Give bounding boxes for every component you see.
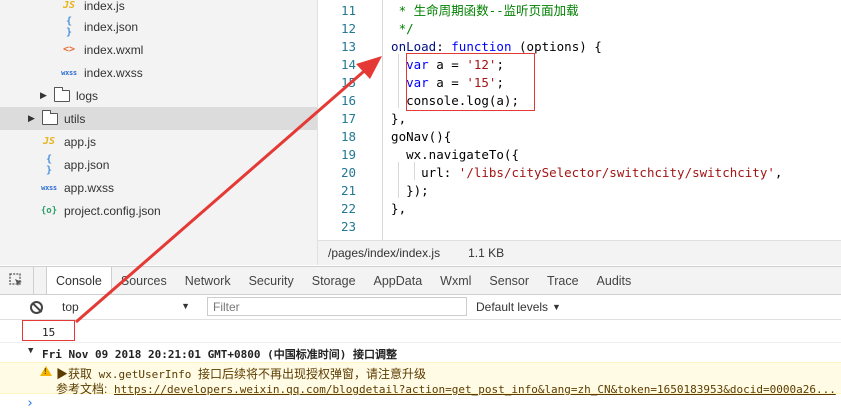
editor-status-bar: /pages/index/index.js 1.1 KB [318, 240, 841, 265]
tab-security[interactable]: Security [240, 267, 303, 294]
warning-text: 接口后续将不再出现授权弹窗，请注意升级 [197, 367, 426, 381]
highlight-box [22, 320, 75, 341]
console-log-row: 15 [0, 322, 841, 342]
chevron-right-icon[interactable]: ▶ [28, 113, 38, 124]
code-line: }); [376, 183, 429, 198]
tree-item-label: index.wxml [84, 42, 144, 57]
config-file-icon: {o} [40, 205, 58, 216]
tab-audits[interactable]: Audits [588, 267, 641, 294]
filter-input[interactable] [207, 297, 467, 316]
console-prompt[interactable]: › [0, 396, 841, 413]
line-number: 17 [340, 111, 356, 126]
tab-trace[interactable]: Trace [538, 267, 588, 294]
folder-icon [54, 86, 70, 102]
chevron-right-icon[interactable]: ▶ [40, 90, 50, 101]
line-number: 22 [340, 201, 356, 216]
code-line: goNav(){ [376, 129, 452, 144]
tree-item-app-json[interactable]: { } app.json [0, 153, 317, 176]
code-line: }, [376, 201, 407, 216]
wxml-file-icon: <> [62, 44, 76, 55]
group-header-text: Fri Nov 09 2018 20:21:01 GMT+0800 (中国标准时… [42, 348, 398, 361]
tree-item-index-json[interactable]: { } index.json [0, 15, 317, 38]
tree-item-app-js[interactable]: JS app.js [0, 130, 317, 153]
warning-prefix: ▶获取 [56, 367, 93, 381]
line-number: 20 [340, 165, 356, 180]
log-levels-select[interactable]: Default levels ▼ [476, 295, 561, 319]
line-number: 13 [340, 39, 356, 54]
doc-link[interactable]: https://developers.weixin.qq.com/blogdet… [114, 383, 836, 396]
code-line: * 生命周期函数--监听页面加载 [376, 3, 579, 18]
code-line: url: '/libs/citySelector/switchcity/swit… [376, 165, 783, 180]
line-number: 15 [340, 75, 356, 90]
tree-item-label: index.wxss [84, 65, 143, 80]
line-number: 19 [340, 147, 356, 162]
line-number: 14 [340, 57, 356, 72]
console-toolbar: top ▼ Default levels ▼ [0, 295, 841, 320]
tab-wxml[interactable]: Wxml [431, 267, 480, 294]
js-file-icon: JS [62, 0, 76, 11]
tree-item-label: app.js [64, 134, 97, 149]
tree-item-index-wxss[interactable]: wxss index.wxss [0, 61, 317, 84]
console-group-header[interactable]: ▼ Fri Nov 09 2018 20:21:01 GMT+0800 (中国标… [0, 342, 841, 362]
line-number: 11 [340, 3, 356, 18]
prompt-chevron-icon: › [26, 396, 34, 411]
tree-item-app-wxss[interactable]: wxss app.wxss [0, 176, 317, 199]
expand-triangle-icon[interactable]: ▼ [28, 346, 33, 356]
tree-item-project-config[interactable]: {o} project.config.json [0, 199, 317, 222]
js-file-icon: JS [42, 136, 56, 147]
file-path: /pages/index/index.js [328, 246, 441, 260]
wxss-file-icon: wxss [61, 68, 77, 77]
warning-doc-line: 参考文档: https://developers.weixin.qq.com/b… [56, 380, 836, 397]
warning-icon [40, 366, 52, 376]
tree-item-utils[interactable]: ▶ utils [0, 107, 317, 130]
tree-item-label: project.config.json [64, 203, 161, 218]
clear-console-button[interactable] [25, 296, 47, 318]
tree-item-index-wxml[interactable]: <> index.wxml [0, 38, 317, 61]
devtools-tab-bar: Console Sources Network Security Storage… [0, 266, 841, 295]
code-line: wx.navigateTo({ [376, 147, 519, 162]
tree-item-label: app.wxss [64, 180, 115, 195]
log-levels-label: Default levels [476, 300, 549, 314]
console-warning-row: ▶获取 wx.getUserInfo 接口后续将不再出现授权弹窗，请注意升级 参… [0, 362, 841, 397]
line-number: 16 [340, 93, 356, 108]
wxss-file-icon: wxss [41, 183, 57, 192]
inspect-element-icon[interactable] [0, 267, 34, 294]
tab-storage[interactable]: Storage [303, 267, 365, 294]
code-line: }, [376, 111, 407, 126]
tree-item-label: utils [64, 111, 86, 126]
tree-item-logs[interactable]: ▶ logs [0, 84, 317, 107]
file-size: 1.1 KB [468, 246, 505, 260]
file-tree: JS index.js { } index.json <> index.wxml… [0, 0, 318, 265]
tab-sources[interactable]: Sources [112, 267, 176, 294]
line-number: 23 [340, 219, 356, 234]
tree-item-label: app.json [64, 157, 110, 172]
dropdown-arrow-icon: ▼ [181, 301, 190, 311]
tab-sensor[interactable]: Sensor [480, 267, 538, 294]
line-number: 12 [340, 21, 356, 36]
dropdown-arrow-icon: ▼ [552, 302, 561, 312]
doc-label: 参考文档: [56, 382, 108, 396]
tab-appdata[interactable]: AppData [365, 267, 432, 294]
tree-item-label: index.json [84, 19, 139, 34]
json-file-icon: { } [65, 15, 73, 38]
highlight-box [406, 53, 535, 111]
console-output[interactable]: 15 ▼ Fri Nov 09 2018 20:21:01 GMT+0800 (… [0, 320, 841, 413]
context-value: top [62, 300, 79, 314]
tab-console[interactable]: Console [46, 267, 112, 294]
line-number: 18 [340, 129, 356, 144]
block-icon [29, 300, 43, 314]
json-file-icon: { } [45, 153, 53, 176]
code-editor[interactable]: 11 12 13 14 15 16 17 18 19 20 21 22 23 2… [318, 0, 841, 240]
tree-item-label: index.js [84, 0, 125, 13]
context-select[interactable]: top ▼ [56, 295, 200, 319]
line-number: 21 [340, 183, 356, 198]
tree-item-label: logs [76, 88, 99, 103]
folder-icon [42, 109, 58, 125]
tab-network[interactable]: Network [176, 267, 240, 294]
code-line: */ [376, 21, 414, 36]
